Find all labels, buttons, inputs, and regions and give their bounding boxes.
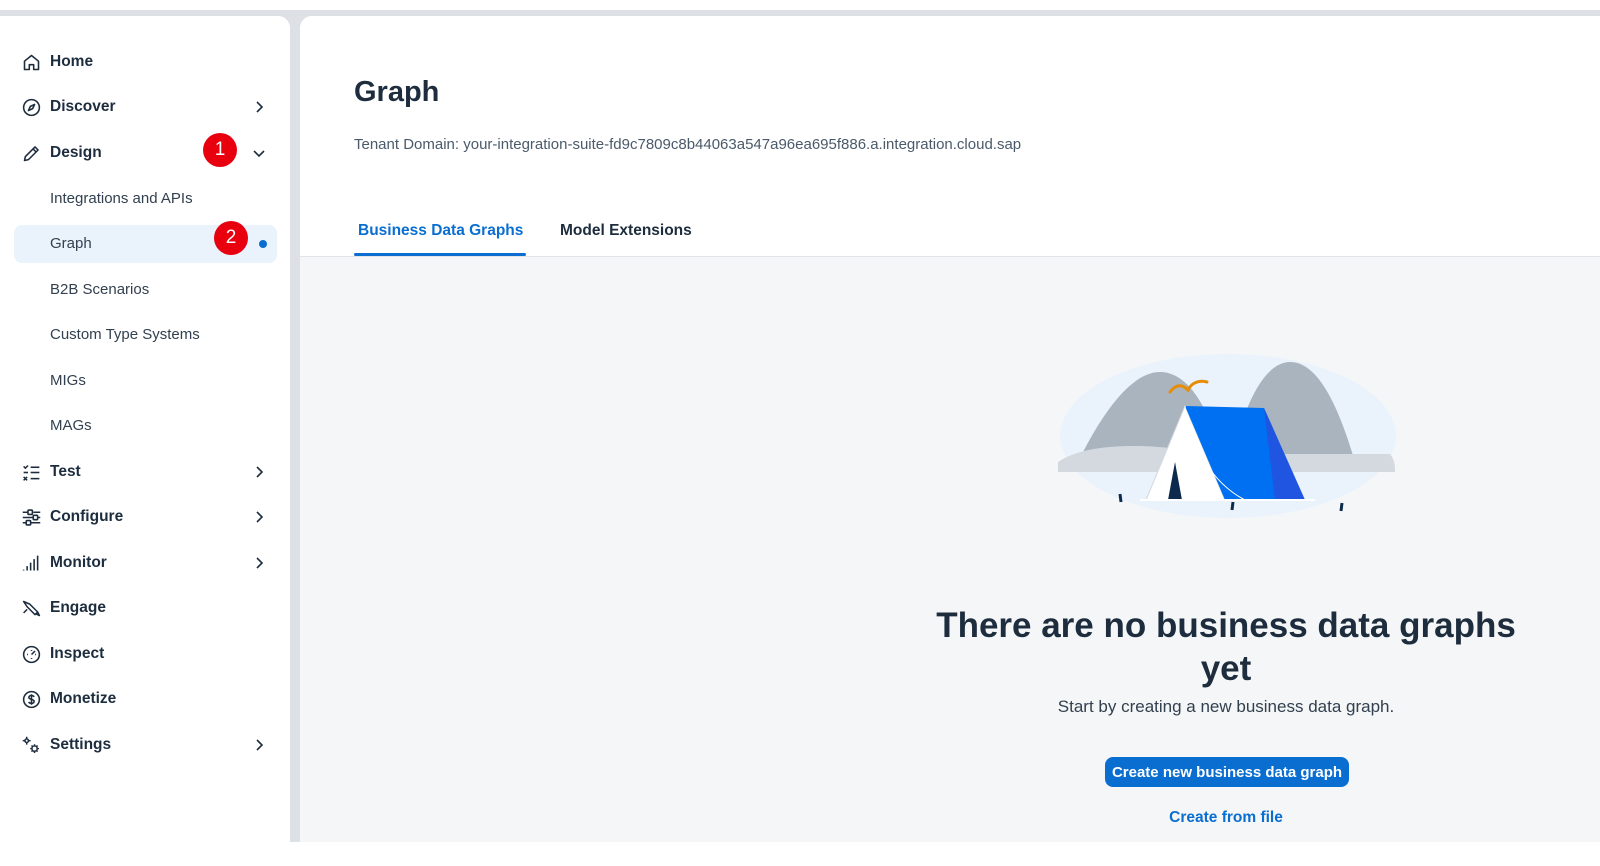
sidebar-item-monitor[interactable]: Monitor [14, 544, 277, 582]
sidebar-item-label: Home [50, 53, 94, 70]
tab-business-data-graphs[interactable]: Business Data Graphs [358, 222, 523, 240]
sidebar-item-label: Engage [50, 599, 106, 616]
sidebar-item-label: Settings [50, 736, 112, 753]
sidebar-subitem-label: Integrations and APIs [50, 190, 193, 207]
chevron-right-icon [251, 464, 267, 480]
sidebar-item-settings[interactable]: Settings [14, 726, 277, 764]
sidebar-item-label: Monitor [50, 554, 107, 571]
chevron-right-icon [251, 99, 267, 115]
tab-model-extensions[interactable]: Model Extensions [560, 222, 692, 240]
chevron-right-icon [251, 555, 267, 571]
checklist-icon [20, 461, 42, 483]
tenant-domain: Tenant Domain: your-integration-suite-fd… [354, 136, 1022, 153]
sidebar-item-home[interactable]: Home [14, 43, 277, 81]
sliders-icon [20, 506, 42, 528]
dollar-icon [20, 688, 42, 710]
sidebar-item-label: Discover [50, 98, 116, 115]
sidebar-item-inspect[interactable]: Inspect [14, 635, 277, 673]
create-from-file-link[interactable]: Create from file [1126, 809, 1326, 827]
empty-state-subtitle: Start by creating a new business data gr… [1057, 697, 1395, 716]
sidebar-subitem-integrations-and-apis[interactable]: Integrations and APIs [14, 180, 277, 218]
sidebar-item-label: Inspect [50, 645, 105, 662]
empty-state-title: There are no business data graphs yet [936, 606, 1516, 688]
sidebar-subitem-label: MAGs [50, 417, 92, 434]
page-header: Graph Tenant Domain: your-integration-su… [300, 16, 1600, 257]
sidebar-subitem-custom-type-systems[interactable]: Custom Type Systems [14, 316, 277, 354]
bars-icon [20, 552, 42, 574]
engage-icon [20, 597, 42, 619]
gears-icon [20, 734, 42, 756]
step-badge-1: 1 [203, 133, 237, 167]
sidebar-subitem-b2b-scenarios[interactable]: B2B Scenarios [14, 271, 277, 309]
top-strip [0, 0, 1600, 10]
sidebar-item-label: Configure [50, 508, 124, 525]
compass-icon [20, 96, 42, 118]
bottom-strip [0, 842, 1600, 866]
chevron-right-icon [251, 737, 267, 753]
sidebar-item-test[interactable]: Test [14, 453, 277, 491]
step-badge-2: 2 [214, 221, 248, 255]
sidebar-item-configure[interactable]: Configure [14, 498, 277, 536]
sidebar-item-monetize[interactable]: Monetize [14, 680, 277, 718]
chevron-right-icon [251, 509, 267, 525]
pencil-icon [20, 142, 42, 164]
active-tab-underline [354, 253, 526, 256]
selected-indicator-dot [259, 240, 267, 248]
sidebar-subitem-label: MIGs [50, 372, 86, 389]
sidebar-item-discover[interactable]: Discover [14, 88, 277, 126]
inspect-icon [20, 643, 42, 665]
sidebar-item-label: Design [50, 144, 102, 161]
page-title: Graph [354, 76, 440, 108]
side-navigation: Home Discover Design Integrations and AP… [0, 16, 290, 842]
main-content: Graph Tenant Domain: your-integration-su… [300, 16, 1600, 842]
tent-illustration-icon [1058, 354, 1396, 518]
sidebar-subitem-label: Custom Type Systems [50, 326, 200, 343]
home-icon [20, 51, 42, 73]
sidebar-subitem-mags[interactable]: MAGs [14, 407, 277, 445]
create-new-business-data-graph-button[interactable]: Create new business data graph [1105, 757, 1349, 787]
sidebar-item-label: Test [50, 463, 81, 480]
sidebar-item-label: Monetize [50, 690, 117, 707]
sidebar-subitem-migs[interactable]: MIGs [14, 362, 277, 400]
sidebar-item-engage[interactable]: Engage [14, 589, 277, 627]
sidebar-item-design[interactable]: Design [14, 134, 277, 172]
chevron-down-icon [251, 145, 267, 161]
sidebar-subitem-label: B2B Scenarios [50, 281, 150, 298]
sidebar-subitem-label: Graph [50, 235, 92, 252]
